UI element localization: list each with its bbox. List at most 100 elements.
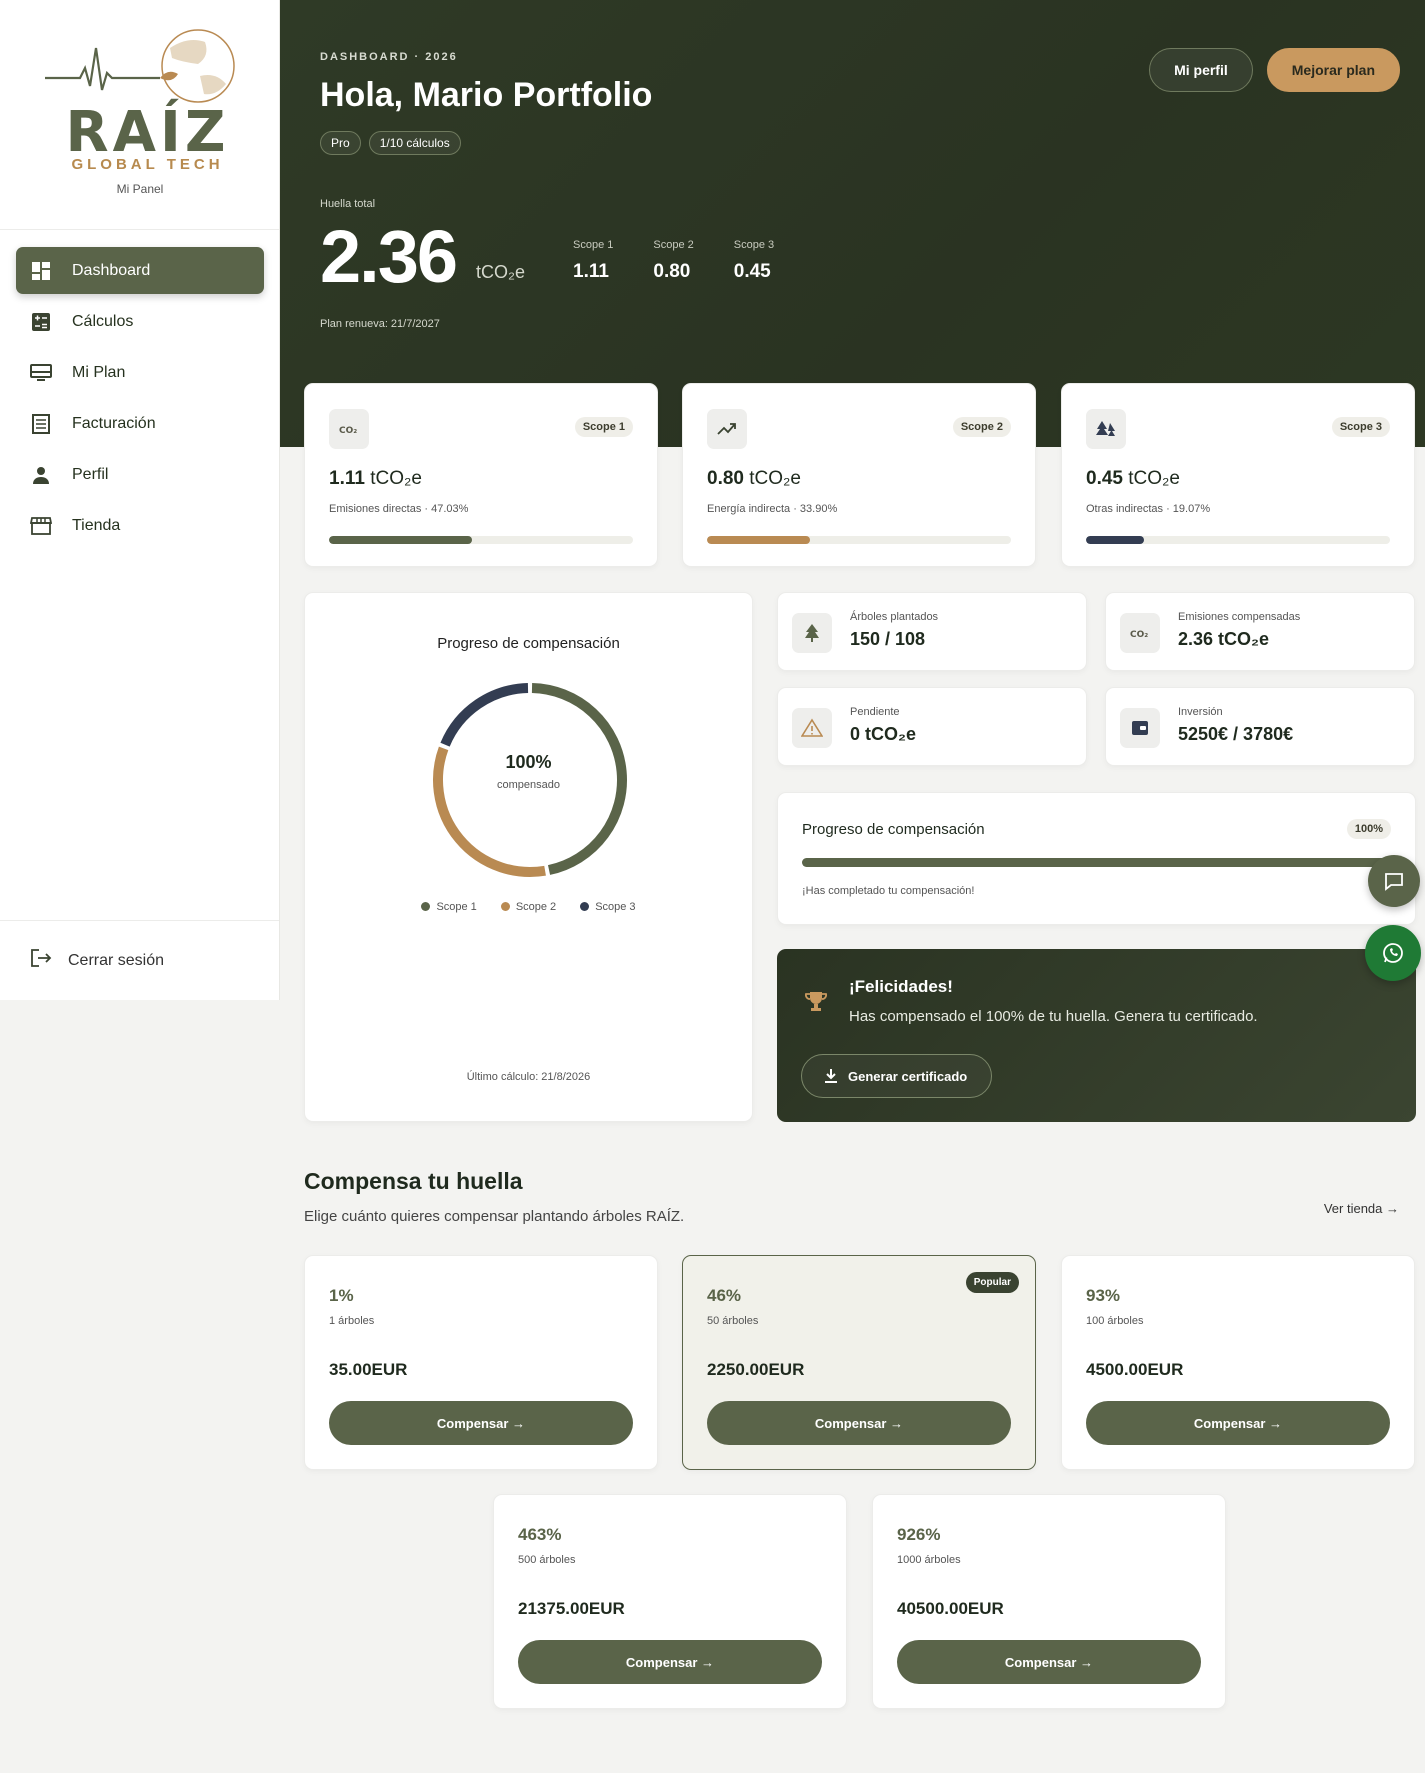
compensate-button[interactable]: Compensar → bbox=[329, 1401, 633, 1445]
plan-price: 40500.00EUR bbox=[897, 1599, 1004, 1618]
scope-value: 1.11 bbox=[573, 261, 609, 282]
plan-price: 4500.00EUR bbox=[1086, 1360, 1184, 1379]
plan-trees: 500 árboles bbox=[518, 1554, 576, 1566]
logo[interactable]: RAÍZ GLOBAL TECH Mi Panel bbox=[0, 0, 279, 230]
co2-icon: CO₂ bbox=[1120, 613, 1160, 653]
generate-certificate-button[interactable]: Generar certificado bbox=[801, 1054, 993, 1098]
compensate-button[interactable]: Compensar → bbox=[897, 1640, 1201, 1684]
scope-label: Scope 3 bbox=[733, 239, 775, 251]
whatsapp-button[interactable] bbox=[1365, 925, 1421, 981]
brand-subtitle: GLOBAL TECH bbox=[71, 156, 224, 173]
forest-icon bbox=[1086, 409, 1126, 449]
dashboard-icon bbox=[30, 260, 52, 282]
plan-price: 35.00EUR bbox=[329, 1360, 408, 1379]
calcs-badge: 1/10 cálculos bbox=[368, 131, 461, 155]
scope-progress-bar bbox=[1086, 536, 1390, 544]
sidebar-item-calculos[interactable]: Cálculos bbox=[16, 298, 264, 345]
compensate-button[interactable]: Compensar → bbox=[1086, 1401, 1390, 1445]
legend-item-scope-3: Scope 3 bbox=[580, 901, 636, 913]
sidebar-item-label: Mi Plan bbox=[72, 363, 126, 381]
generate-certificate-label: Generar certificado bbox=[848, 1068, 968, 1084]
scope-tag: Scope 3 bbox=[1331, 417, 1390, 437]
upgrade-plan-button[interactable]: Mejorar plan bbox=[1266, 48, 1400, 92]
stat-value: 150 / 108 bbox=[850, 629, 926, 649]
plan-badge: Pro bbox=[320, 131, 361, 155]
sidebar-item-dashboard[interactable]: Dashboard bbox=[16, 247, 264, 294]
progress-title: Progreso de compensación bbox=[802, 821, 985, 838]
whatsapp-icon bbox=[1383, 943, 1403, 963]
logout-icon bbox=[30, 948, 52, 973]
sidebar-item-label: Cálculos bbox=[72, 312, 134, 330]
progress-percent-badge: 100% bbox=[1346, 819, 1391, 839]
legend-item-scope-1: Scope 1 bbox=[421, 901, 477, 913]
sidebar-item-tienda[interactable]: Tienda bbox=[16, 502, 264, 549]
plan-trees: 100 árboles bbox=[1086, 1315, 1144, 1327]
compensate-button[interactable]: Compensar → bbox=[707, 1401, 1011, 1445]
scope-card-value: 0.45 tCO₂e bbox=[1086, 468, 1180, 490]
sidebar-nav: Dashboard Cálculos Mi Plan Facturación P… bbox=[16, 247, 264, 553]
legend-item-scope-2: Scope 2 bbox=[500, 901, 556, 913]
scope-card-value: 0.80 tCO₂e bbox=[707, 468, 801, 490]
scope-card-desc: Emisiones directas · 47.03% bbox=[329, 503, 469, 515]
stat-label: Pendiente bbox=[850, 706, 900, 718]
offset-plan-card-popular: Popular 46% 50 árboles 2250.00EUR Compen… bbox=[682, 1255, 1036, 1470]
stat-label: Árboles plantados bbox=[850, 611, 939, 623]
scope-card-number: 0.80 bbox=[707, 468, 744, 489]
compensate-button[interactable]: Compensar → bbox=[518, 1640, 822, 1684]
congrats-text: Has compensado el 100% de tu huella. Gen… bbox=[849, 1008, 1258, 1025]
co2-icon: CO₂ bbox=[329, 409, 369, 449]
chat-icon bbox=[1385, 873, 1403, 891]
offset-section-title: Compensa tu huella bbox=[304, 1168, 523, 1194]
svg-text:CO₂: CO₂ bbox=[1130, 630, 1148, 640]
stat-label: Inversión bbox=[1178, 706, 1223, 718]
sidebar-item-mi-plan[interactable]: Mi Plan bbox=[16, 349, 264, 396]
stat-pending: Pendiente 0 tCO₂e bbox=[777, 687, 1087, 766]
total-unit: tCO₂e bbox=[476, 262, 525, 282]
store-icon bbox=[30, 515, 52, 537]
plan-percent: 1% bbox=[329, 1286, 354, 1305]
sidebar-item-label: Perfil bbox=[72, 465, 109, 483]
hero-kicker: DASHBOARD · 2026 bbox=[320, 51, 458, 63]
scope-progress-bar bbox=[707, 536, 1011, 544]
donut-card: Progreso de compensación 100% compensado… bbox=[304, 592, 753, 1122]
scope-tag: Scope 2 bbox=[952, 417, 1011, 437]
stat-investment: Inversión 5250€ / 3780€ bbox=[1105, 687, 1415, 766]
logout-label: Cerrar sesión bbox=[68, 951, 165, 969]
sidebar-item-facturacion[interactable]: Facturación bbox=[16, 400, 264, 447]
tree-icon bbox=[792, 613, 832, 653]
scope-card-unit: tCO₂e bbox=[749, 468, 801, 489]
donut-legend: Scope 1 Scope 2 Scope 3 bbox=[305, 901, 752, 913]
download-icon bbox=[825, 1069, 837, 1083]
scope-card-number: 0.45 bbox=[1086, 468, 1123, 489]
donut-center: 100% compensado bbox=[305, 752, 752, 791]
logout-button[interactable]: Cerrar sesión bbox=[0, 920, 279, 1000]
offset-section-subtitle: Elige cuánto quieres compensar plantando… bbox=[304, 1208, 685, 1225]
hero-banner: DASHBOARD · 2026 Hola, Mario Portfolio P… bbox=[280, 0, 1425, 447]
hero-scope-3: Scope 3 0.45 bbox=[734, 239, 774, 283]
view-shop-link[interactable]: Ver tienda → bbox=[1324, 1201, 1399, 1216]
scope-card-number: 1.11 bbox=[329, 468, 365, 489]
user-icon bbox=[30, 464, 52, 486]
warning-icon bbox=[792, 708, 832, 748]
sidebar-item-perfil[interactable]: Perfil bbox=[16, 451, 264, 498]
scope-card-desc: Otras indirectas · 19.07% bbox=[1086, 503, 1211, 515]
scope-progress-fill bbox=[329, 536, 472, 544]
offset-plan-card: 93% 100 árboles 4500.00EUR Compensar → bbox=[1061, 1255, 1415, 1470]
chat-button[interactable] bbox=[1368, 855, 1420, 907]
offset-plan-card: 926% 1000 árboles 40500.00EUR Compensar … bbox=[872, 1494, 1226, 1709]
congrats-card: ¡Felicidades! Has compensado el 100% de … bbox=[777, 949, 1416, 1122]
plan-trees: 50 árboles bbox=[707, 1315, 759, 1327]
scope-value: 0.80 bbox=[653, 261, 691, 282]
plan-percent: 46% bbox=[707, 1286, 742, 1305]
offset-plan-card: 1% 1 árboles 35.00EUR Compensar → bbox=[304, 1255, 658, 1470]
legend-label: Scope 3 bbox=[595, 901, 636, 913]
hero-scope-1: Scope 1 1.11 bbox=[573, 239, 613, 283]
profile-button[interactable]: Mi perfil bbox=[1149, 48, 1253, 92]
hero-scope-2: Scope 2 0.80 bbox=[653, 239, 693, 283]
sidebar-item-label: Facturación bbox=[72, 414, 156, 432]
total-label: Huella total bbox=[320, 198, 376, 210]
invoice-icon bbox=[30, 413, 52, 435]
plan-renew-date: Plan renueva: 21/7/2027 bbox=[320, 318, 440, 330]
scope-label: Scope 2 bbox=[653, 239, 694, 251]
plan-price: 21375.00EUR bbox=[518, 1599, 625, 1618]
